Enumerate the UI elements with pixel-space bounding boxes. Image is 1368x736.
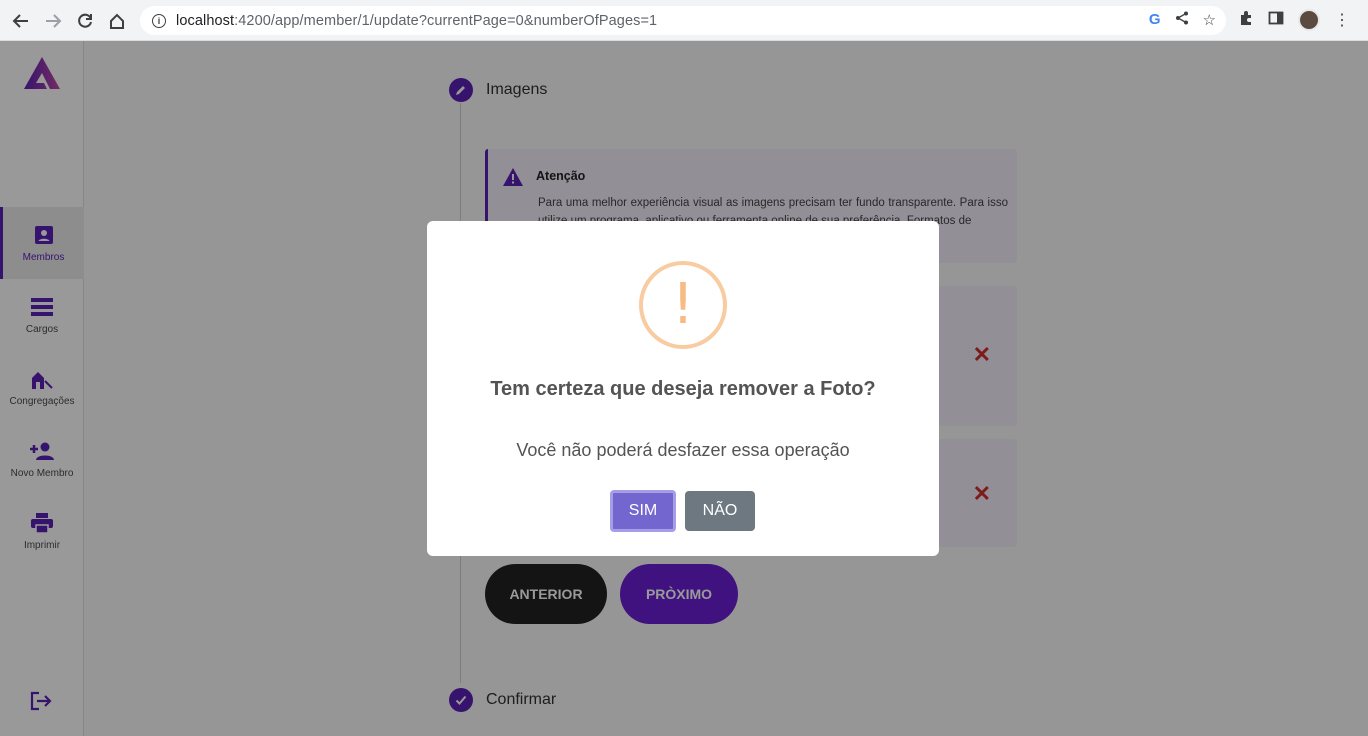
browser-toolbar: i localhost:4200/app/member/1/update?cur…	[0, 0, 1368, 41]
url-path: :4200/app/member/1/update?currentPage=0&…	[234, 12, 658, 29]
back-icon[interactable]	[8, 8, 34, 34]
confirm-button[interactable]: SIM	[610, 490, 676, 532]
star-icon[interactable]: ☆	[1203, 11, 1216, 29]
google-icon[interactable]: G	[1149, 11, 1161, 29]
url-text[interactable]: localhost:4200/app/member/1/update?curre…	[176, 13, 657, 29]
address-bar[interactable]: i localhost:4200/app/member/1/update?cur…	[140, 6, 1226, 35]
forward-icon[interactable]	[40, 8, 66, 34]
share-icon[interactable]	[1175, 11, 1189, 29]
home-icon[interactable]	[104, 8, 130, 34]
warning-icon: !	[639, 261, 727, 349]
side-panel-icon[interactable]	[1268, 10, 1284, 31]
warning-glyph: !	[671, 272, 695, 337]
reload-icon[interactable]	[72, 8, 98, 34]
extensions-icon[interactable]	[1238, 10, 1254, 31]
dialog-title: Tem certeza que deseja remover a Foto?	[490, 378, 876, 400]
confirm-dialog: ! Tem certeza que deseja remover a Foto?…	[427, 221, 939, 556]
menu-kebab-icon[interactable]: ⋮	[1334, 10, 1350, 30]
profile-avatar[interactable]	[1298, 9, 1320, 31]
url-host: localhost	[176, 12, 235, 29]
dialog-text: Você não poderá desfazer essa operação	[516, 440, 850, 460]
cancel-button[interactable]: NÃO	[685, 491, 755, 531]
site-info-icon[interactable]: i	[152, 13, 166, 28]
